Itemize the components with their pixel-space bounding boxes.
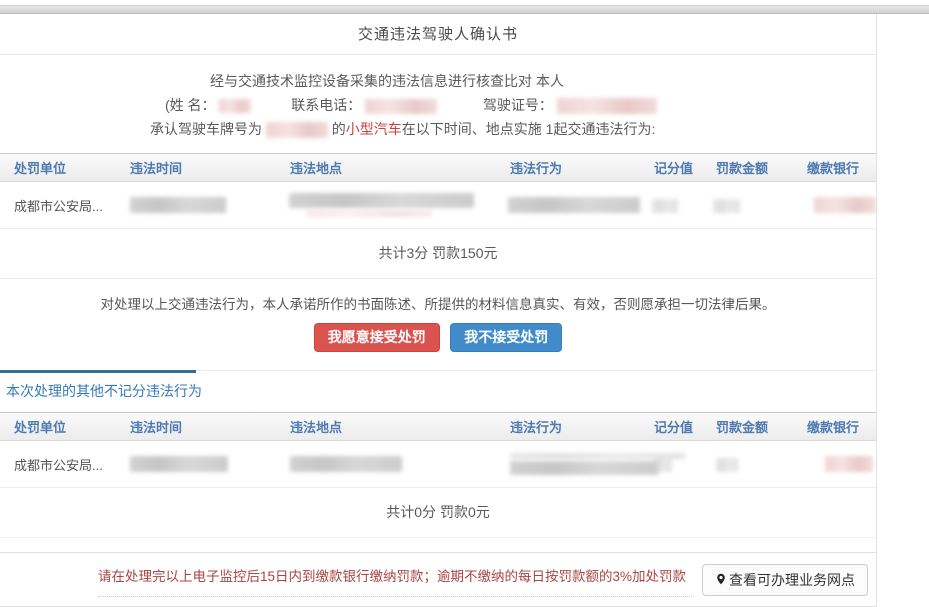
col-header-punish-unit: 处罚单位 — [0, 158, 118, 177]
fine-amount-cell — [703, 197, 792, 213]
decision-buttons: 我愿意接受处罚 我不接受处罚 — [0, 323, 876, 362]
col-header-punish-unit: 处罚单位 — [0, 417, 118, 436]
redacted-license-no — [557, 98, 657, 114]
redacted-bank — [814, 197, 876, 213]
col-header-violation-behavior: 违法行为 — [498, 417, 648, 436]
name-label: (姓 名： — [165, 97, 216, 113]
col-header-fine-amount: 罚款金额 — [706, 158, 795, 177]
col-header-fine-amount: 罚款金额 — [706, 417, 795, 436]
accept-penalty-button[interactable]: 我愿意接受处罚 — [314, 323, 440, 352]
vehicle-type: 小型汽车 — [346, 121, 402, 137]
redacted-points — [652, 199, 678, 213]
violation-row: 成都市公安局... — [0, 182, 876, 229]
redacted-fine — [713, 199, 740, 213]
punish-unit-cell: 成都市公安局... — [0, 196, 118, 215]
col-header-points: 记分值 — [648, 158, 706, 177]
punish-unit-cell: 成都市公安局... — [0, 455, 118, 474]
redacted-time — [130, 197, 226, 213]
col-header-violation-place: 违法地点 — [278, 158, 498, 177]
payment-bank-cell — [792, 197, 876, 214]
redacted-place-line2 — [307, 210, 432, 217]
violation-time-cell — [118, 197, 277, 214]
license-label: 驾驶证号： — [483, 97, 553, 113]
points-cell — [646, 197, 704, 213]
redacted-plate-no — [266, 122, 328, 138]
plate-de: 的 — [332, 121, 346, 137]
col-header-violation-place: 违法地点 — [278, 417, 498, 436]
redacted-points — [654, 458, 672, 472]
violation-time-cell — [118, 456, 278, 473]
plate-prefix: 承认驾驶车牌号为 — [150, 121, 262, 137]
title-section: 交通违法驾驶人确认书 — [0, 14, 876, 55]
redacted-behavior-line2 — [510, 461, 658, 475]
violation-summary: 共计3分 罚款150元 — [0, 229, 876, 279]
other-violation-table: 处罚单位 违法时间 违法地点 违法行为 记分值 罚款金额 缴款银行 成都市公安局… — [0, 412, 876, 538]
violation-behavior-cell — [496, 197, 645, 214]
location-pin-icon — [715, 573, 727, 588]
payment-notice-box: 请在处理完以上电子监控后15日内到缴款银行缴纳罚款；逾期不缴纳的每日按罚款额的3… — [0, 552, 876, 607]
other-violation-summary: 共计0分 罚款0元 — [0, 488, 876, 538]
fine-amount-cell — [706, 456, 795, 472]
violation-table: 处罚单位 违法时间 违法地点 违法行为 记分值 罚款金额 缴款银行 成都市公安局… — [0, 153, 876, 279]
top-gray-bar — [0, 5, 929, 14]
other-violation-row: 成都市公安局... — [0, 441, 876, 488]
intro-paragraph: 经与交通技术监控设备采集的违法信息进行核查比对 本人 (姓 名： 联系电话： 驾… — [0, 55, 876, 141]
statement-section: 对处理以上交通违法行为，本人承诺所作的书面陈述、所提供的材料信息真实、有效，否则… — [0, 279, 876, 362]
violation-behavior-cell — [498, 453, 648, 475]
other-violations-tab[interactable]: 本次处理的其他不记分违法行为 — [0, 373, 202, 403]
phone-label: 联系电话： — [291, 97, 361, 113]
payment-bank-cell — [795, 456, 876, 473]
page-title: 交通违法驾驶人确认书 — [358, 26, 518, 43]
intro-line3: 承认驾驶车牌号为 的小型汽车在以下时间、地点实施 1起交通违法行为: — [0, 117, 876, 141]
intro-line1: 经与交通技术监控设备采集的违法信息进行核查比对 本人 — [0, 69, 876, 93]
payment-notice-text: 请在处理完以上电子监控后15日内到缴款银行缴纳罚款；逾期不缴纳的每日按罚款额的3… — [98, 569, 686, 584]
col-header-points: 记分值 — [648, 417, 706, 436]
redacted-fine — [716, 458, 738, 472]
col-header-violation-time: 违法时间 — [118, 158, 278, 177]
confirmation-page: 交通违法驾驶人确认书 经与交通技术监控设备采集的违法信息进行核查比对 本人 (姓… — [0, 14, 877, 607]
redacted-place — [289, 193, 474, 208]
redacted-name — [219, 99, 251, 113]
other-violations-section: 本次处理的其他不记分违法行为 处罚单位 违法时间 违法地点 违法行为 记分值 罚… — [0, 370, 876, 538]
col-header-payment-bank: 缴款银行 — [795, 417, 876, 436]
redacted-behavior — [508, 197, 640, 213]
col-header-payment-bank: 缴款银行 — [795, 158, 876, 177]
redacted-place — [290, 456, 402, 472]
view-service-branches-button[interactable]: 查看可办理业务网点 — [702, 564, 868, 596]
redacted-phone — [365, 99, 437, 114]
violation-place-cell — [277, 193, 496, 217]
reject-penalty-button[interactable]: 我不接受处罚 — [450, 323, 562, 352]
other-table-header: 处罚单位 违法时间 违法地点 违法行为 记分值 罚款金额 缴款银行 — [0, 412, 876, 441]
violation-table-header: 处罚单位 违法时间 违法地点 违法行为 记分值 罚款金额 缴款银行 — [0, 153, 876, 182]
notice-wrap: 请在处理完以上电子监控后15日内到缴款银行缴纳罚款；逾期不缴纳的每日按罚款额的3… — [98, 563, 692, 597]
statement-text: 对处理以上交通违法行为，本人承诺所作的书面陈述、所提供的材料信息真实、有效，否则… — [0, 293, 876, 313]
intro-line2: (姓 名： 联系电话： 驾驶证号： — [0, 93, 876, 117]
plate-suffix: 在以下时间、地点实施 1起交通违法行为: — [402, 121, 656, 137]
view-service-branches-label: 查看可办理业务网点 — [729, 570, 855, 590]
redacted-time — [130, 456, 228, 472]
col-header-violation-behavior: 违法行为 — [498, 158, 648, 177]
col-header-violation-time: 违法时间 — [118, 417, 278, 436]
violation-place-cell — [278, 456, 498, 473]
redacted-bank — [825, 456, 873, 472]
